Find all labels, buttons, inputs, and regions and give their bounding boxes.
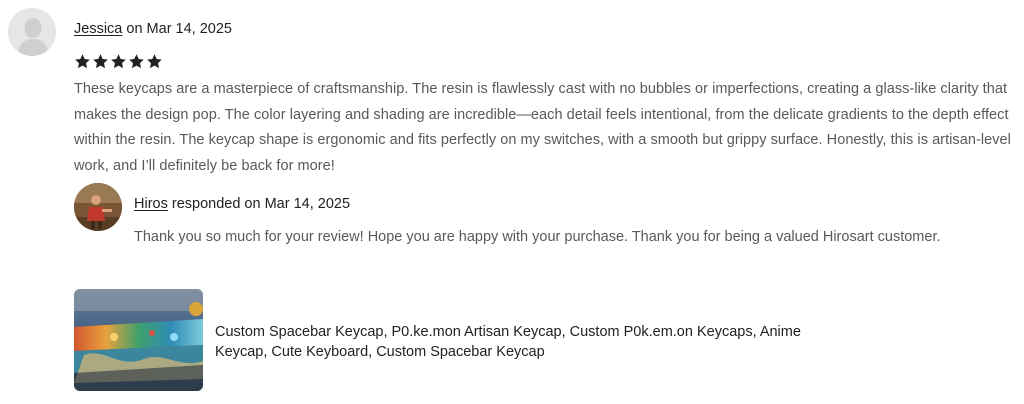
product-card[interactable]: Custom Spacebar Keycap, P0.ke.mon Artisa… xyxy=(74,289,834,393)
review-text: These keycaps are a masterpiece of craft… xyxy=(74,81,1011,174)
star-icon xyxy=(110,53,127,70)
product-thumbnail[interactable] xyxy=(74,289,203,391)
reviewer-line: Jessica on Mar 14, 2025 xyxy=(74,20,232,38)
star-icon xyxy=(92,53,109,70)
response-text: Thank you so much for your review! Hope … xyxy=(134,229,941,245)
star-icon xyxy=(74,53,91,70)
star-rating xyxy=(74,53,163,70)
default-user-avatar-icon xyxy=(8,8,56,56)
seller-avatar[interactable] xyxy=(74,183,122,231)
review-date: on Mar 14, 2025 xyxy=(122,21,232,37)
star-icon xyxy=(128,53,145,70)
seller-photo xyxy=(74,183,122,231)
star-icon xyxy=(146,53,163,70)
product-image xyxy=(74,289,203,391)
reviewer-name-link[interactable]: Jessica xyxy=(74,21,122,37)
seller-name-link[interactable]: Hiros xyxy=(134,196,168,212)
response-header: Hiros responded on Mar 14, 2025 xyxy=(134,195,350,213)
response-date: responded on Mar 14, 2025 xyxy=(167,196,351,212)
reviewer-avatar xyxy=(8,8,56,56)
product-title[interactable]: Custom Spacebar Keycap, P0.ke.mon Artisa… xyxy=(215,322,830,362)
